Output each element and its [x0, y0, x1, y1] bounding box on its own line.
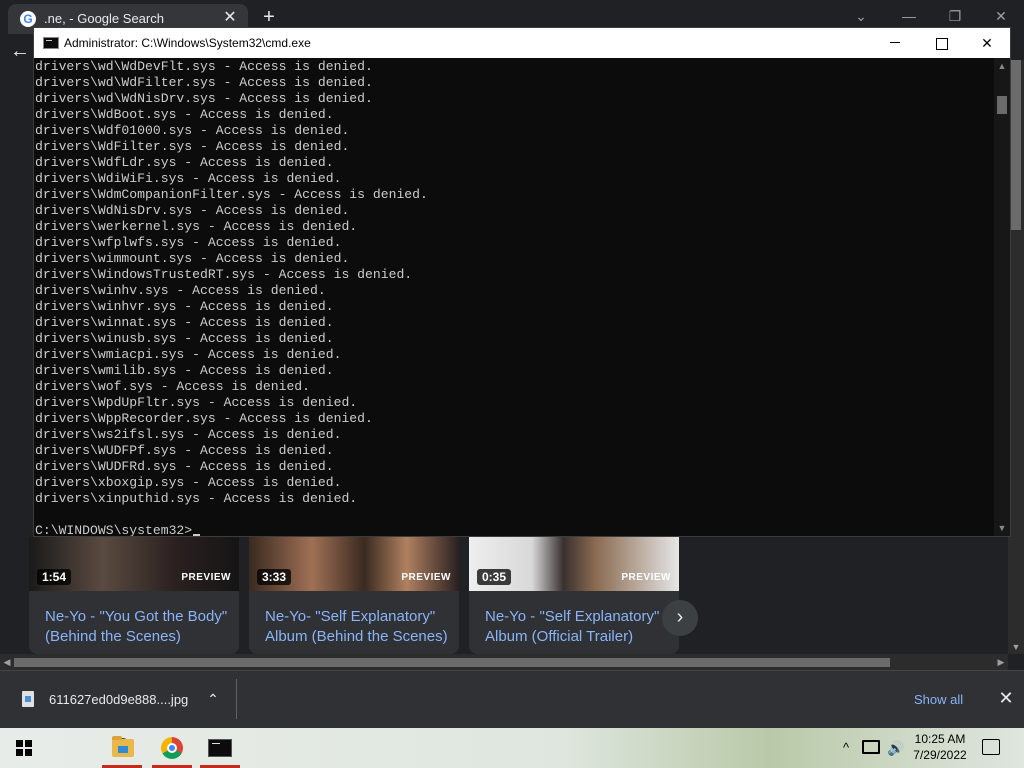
cmd-vertical-scrollbar[interactable]: ▲ ▼ [994, 58, 1010, 536]
network-icon[interactable] [862, 740, 880, 754]
console-line: drivers\winusb.sys - Access is denied. [35, 331, 334, 346]
cmd-window: Administrator: C:\Windows\System32\cmd.e… [33, 27, 1011, 537]
console-line: drivers\winhv.sys - Access is denied. [35, 283, 326, 298]
video-duration: 0:35 [477, 569, 512, 585]
cmd-close-button[interactable]: ✕ [964, 28, 1010, 58]
video-card[interactable]: 3:33 PREVIEW Ne-Yo- "Self Explanatory" A… [249, 537, 459, 654]
new-tab-button[interactable]: + [258, 6, 280, 28]
folder-icon [112, 736, 134, 757]
clock[interactable]: 10:25 AM 7/29/2022 [912, 731, 968, 763]
google-favicon-icon [20, 11, 36, 27]
console-line: drivers\xboxgip.sys - Access is denied. [35, 475, 342, 490]
console-line: drivers\xinputhid.sys - Access is denied… [35, 491, 358, 506]
cmd-maximize-button[interactable] [918, 28, 964, 58]
cmd-icon [208, 739, 232, 757]
console-line: drivers\WindowsTrustedRT.sys - Access is… [35, 267, 413, 282]
show-all-downloads-link[interactable]: Show all [914, 692, 963, 707]
cmd-window-title: Administrator: C:\Windows\System32\cmd.e… [64, 36, 311, 50]
console-line: drivers\WdiWiFi.sys - Access is denied. [35, 171, 342, 186]
start-button[interactable] [0, 728, 48, 768]
windows-logo-icon [16, 740, 32, 756]
console-prompt: C:\WINDOWS\system32> [35, 523, 193, 536]
download-options-chevron-icon[interactable]: ⌃ [204, 689, 222, 709]
notification-center-icon[interactable] [982, 739, 1000, 755]
console-line: drivers\WdfLdr.sys - Access is denied. [35, 155, 334, 170]
console-output: drivers\wd\WdDevFlt.sys - Access is deni… [35, 59, 428, 507]
close-download-shelf-button[interactable]: ✕ [996, 688, 1016, 708]
tab-title: .ne, - Google Search [44, 11, 164, 26]
console-output-area[interactable]: drivers\wd\WdDevFlt.sys - Access is deni… [34, 58, 994, 536]
console-line: drivers\wd\WdFilter.sys - Access is deni… [35, 75, 373, 90]
download-shelf: 611627ed0d9e888....jpg ⌃ Show all ✕ [0, 670, 1024, 728]
scroll-up-arrow-icon[interactable]: ▲ [994, 58, 1010, 74]
console-line: drivers\WUDFPf.sys - Access is denied. [35, 443, 334, 458]
scroll-left-arrow-icon[interactable]: ◀ [0, 654, 14, 670]
console-line: drivers\WdmCompanionFilter.sys - Access … [35, 187, 428, 202]
file-explorer-button[interactable] [98, 728, 146, 768]
cmd-titlebar[interactable]: Administrator: C:\Windows\System32\cmd.e… [34, 28, 1010, 58]
chrome-icon [161, 737, 183, 759]
clock-date: 7/29/2022 [913, 748, 967, 762]
video-duration: 3:33 [257, 569, 292, 585]
console-line: drivers\winhvr.sys - Access is denied. [35, 299, 334, 314]
cmd-app-icon [43, 37, 59, 49]
page-horizontal-scrollbar[interactable]: ◀ ▶ [0, 654, 1008, 670]
console-line: drivers\ws2ifsl.sys - Access is denied. [35, 427, 342, 442]
video-title[interactable]: Ne-Yo- "Self Explanatory" Album (Behind … [265, 607, 449, 647]
console-line: drivers\winnat.sys - Access is denied. [35, 315, 334, 330]
video-duration: 1:54 [37, 569, 72, 585]
clock-time: 10:25 AM [914, 732, 966, 746]
taskbar: ^ 🔊 10:25 AM 7/29/2022 [0, 728, 1024, 768]
cmd-taskbar-button[interactable] [196, 728, 244, 768]
tab-close-button[interactable]: ✕ [220, 8, 240, 28]
scrollbar-thumb[interactable] [14, 658, 890, 667]
console-line: drivers\Wdf01000.sys - Access is denied. [35, 123, 350, 138]
preview-label: PREVIEW [621, 572, 671, 583]
console-line: drivers\werkernel.sys - Access is denied… [35, 219, 358, 234]
console-line: drivers\wimmount.sys - Access is denied. [35, 251, 350, 266]
chrome-taskbar-button[interactable] [148, 728, 196, 768]
video-title[interactable]: Ne-Yo - "Self Explanatory" Album (Offici… [485, 607, 669, 647]
console-line: drivers\wfplwfs.sys - Access is denied. [35, 235, 342, 250]
console-line: drivers\WdFilter.sys - Access is denied. [35, 139, 350, 154]
console-line: drivers\wd\WdDevFlt.sys - Access is deni… [35, 59, 373, 74]
video-title[interactable]: Ne-Yo - "You Got the Body" (Behind the S… [45, 607, 229, 647]
console-line: drivers\wof.sys - Access is denied. [35, 379, 311, 394]
video-card[interactable]: 1:54 PREVIEW Ne-Yo - "You Got the Body" … [29, 537, 239, 654]
back-button[interactable]: ← [10, 40, 30, 63]
console-line: drivers\WUDFRd.sys - Access is denied. [35, 459, 334, 474]
scrollbar-thumb[interactable] [997, 96, 1007, 114]
cmd-minimize-button[interactable] [872, 28, 918, 58]
image-file-icon [22, 691, 34, 707]
carousel-next-button[interactable]: › [662, 600, 698, 636]
show-hidden-icons-chevron-icon[interactable]: ^ [838, 738, 854, 758]
video-card[interactable]: 0:35 PREVIEW Ne-Yo - "Self Explanatory" … [469, 537, 679, 654]
divider [236, 679, 237, 719]
console-line: drivers\WdBoot.sys - Access is denied. [35, 107, 334, 122]
taskbar-search-button[interactable] [48, 728, 130, 768]
volume-icon[interactable]: 🔊 [886, 738, 906, 758]
preview-label: PREVIEW [401, 572, 451, 583]
scroll-down-arrow-icon[interactable]: ▼ [1008, 640, 1024, 654]
text-cursor [193, 534, 201, 536]
preview-label: PREVIEW [181, 572, 231, 583]
scroll-down-arrow-icon[interactable]: ▼ [994, 520, 1010, 536]
console-prompt-line[interactable]: C:\WINDOWS\system32> [35, 523, 201, 536]
download-filename[interactable]: 611627ed0d9e888....jpg [49, 692, 188, 707]
console-line: drivers\WpdUpFltr.sys - Access is denied… [35, 395, 358, 410]
console-line: drivers\wmilib.sys - Access is denied. [35, 363, 334, 378]
console-line: drivers\WdNisDrv.sys - Access is denied. [35, 203, 350, 218]
console-line: drivers\WppRecorder.sys - Access is deni… [35, 411, 373, 426]
scrollbar-thumb[interactable] [1011, 60, 1021, 230]
console-line: drivers\wmiacpi.sys - Access is denied. [35, 347, 342, 362]
scroll-right-arrow-icon[interactable]: ▶ [994, 654, 1008, 670]
console-line: drivers\wd\WdNisDrv.sys - Access is deni… [35, 91, 373, 106]
